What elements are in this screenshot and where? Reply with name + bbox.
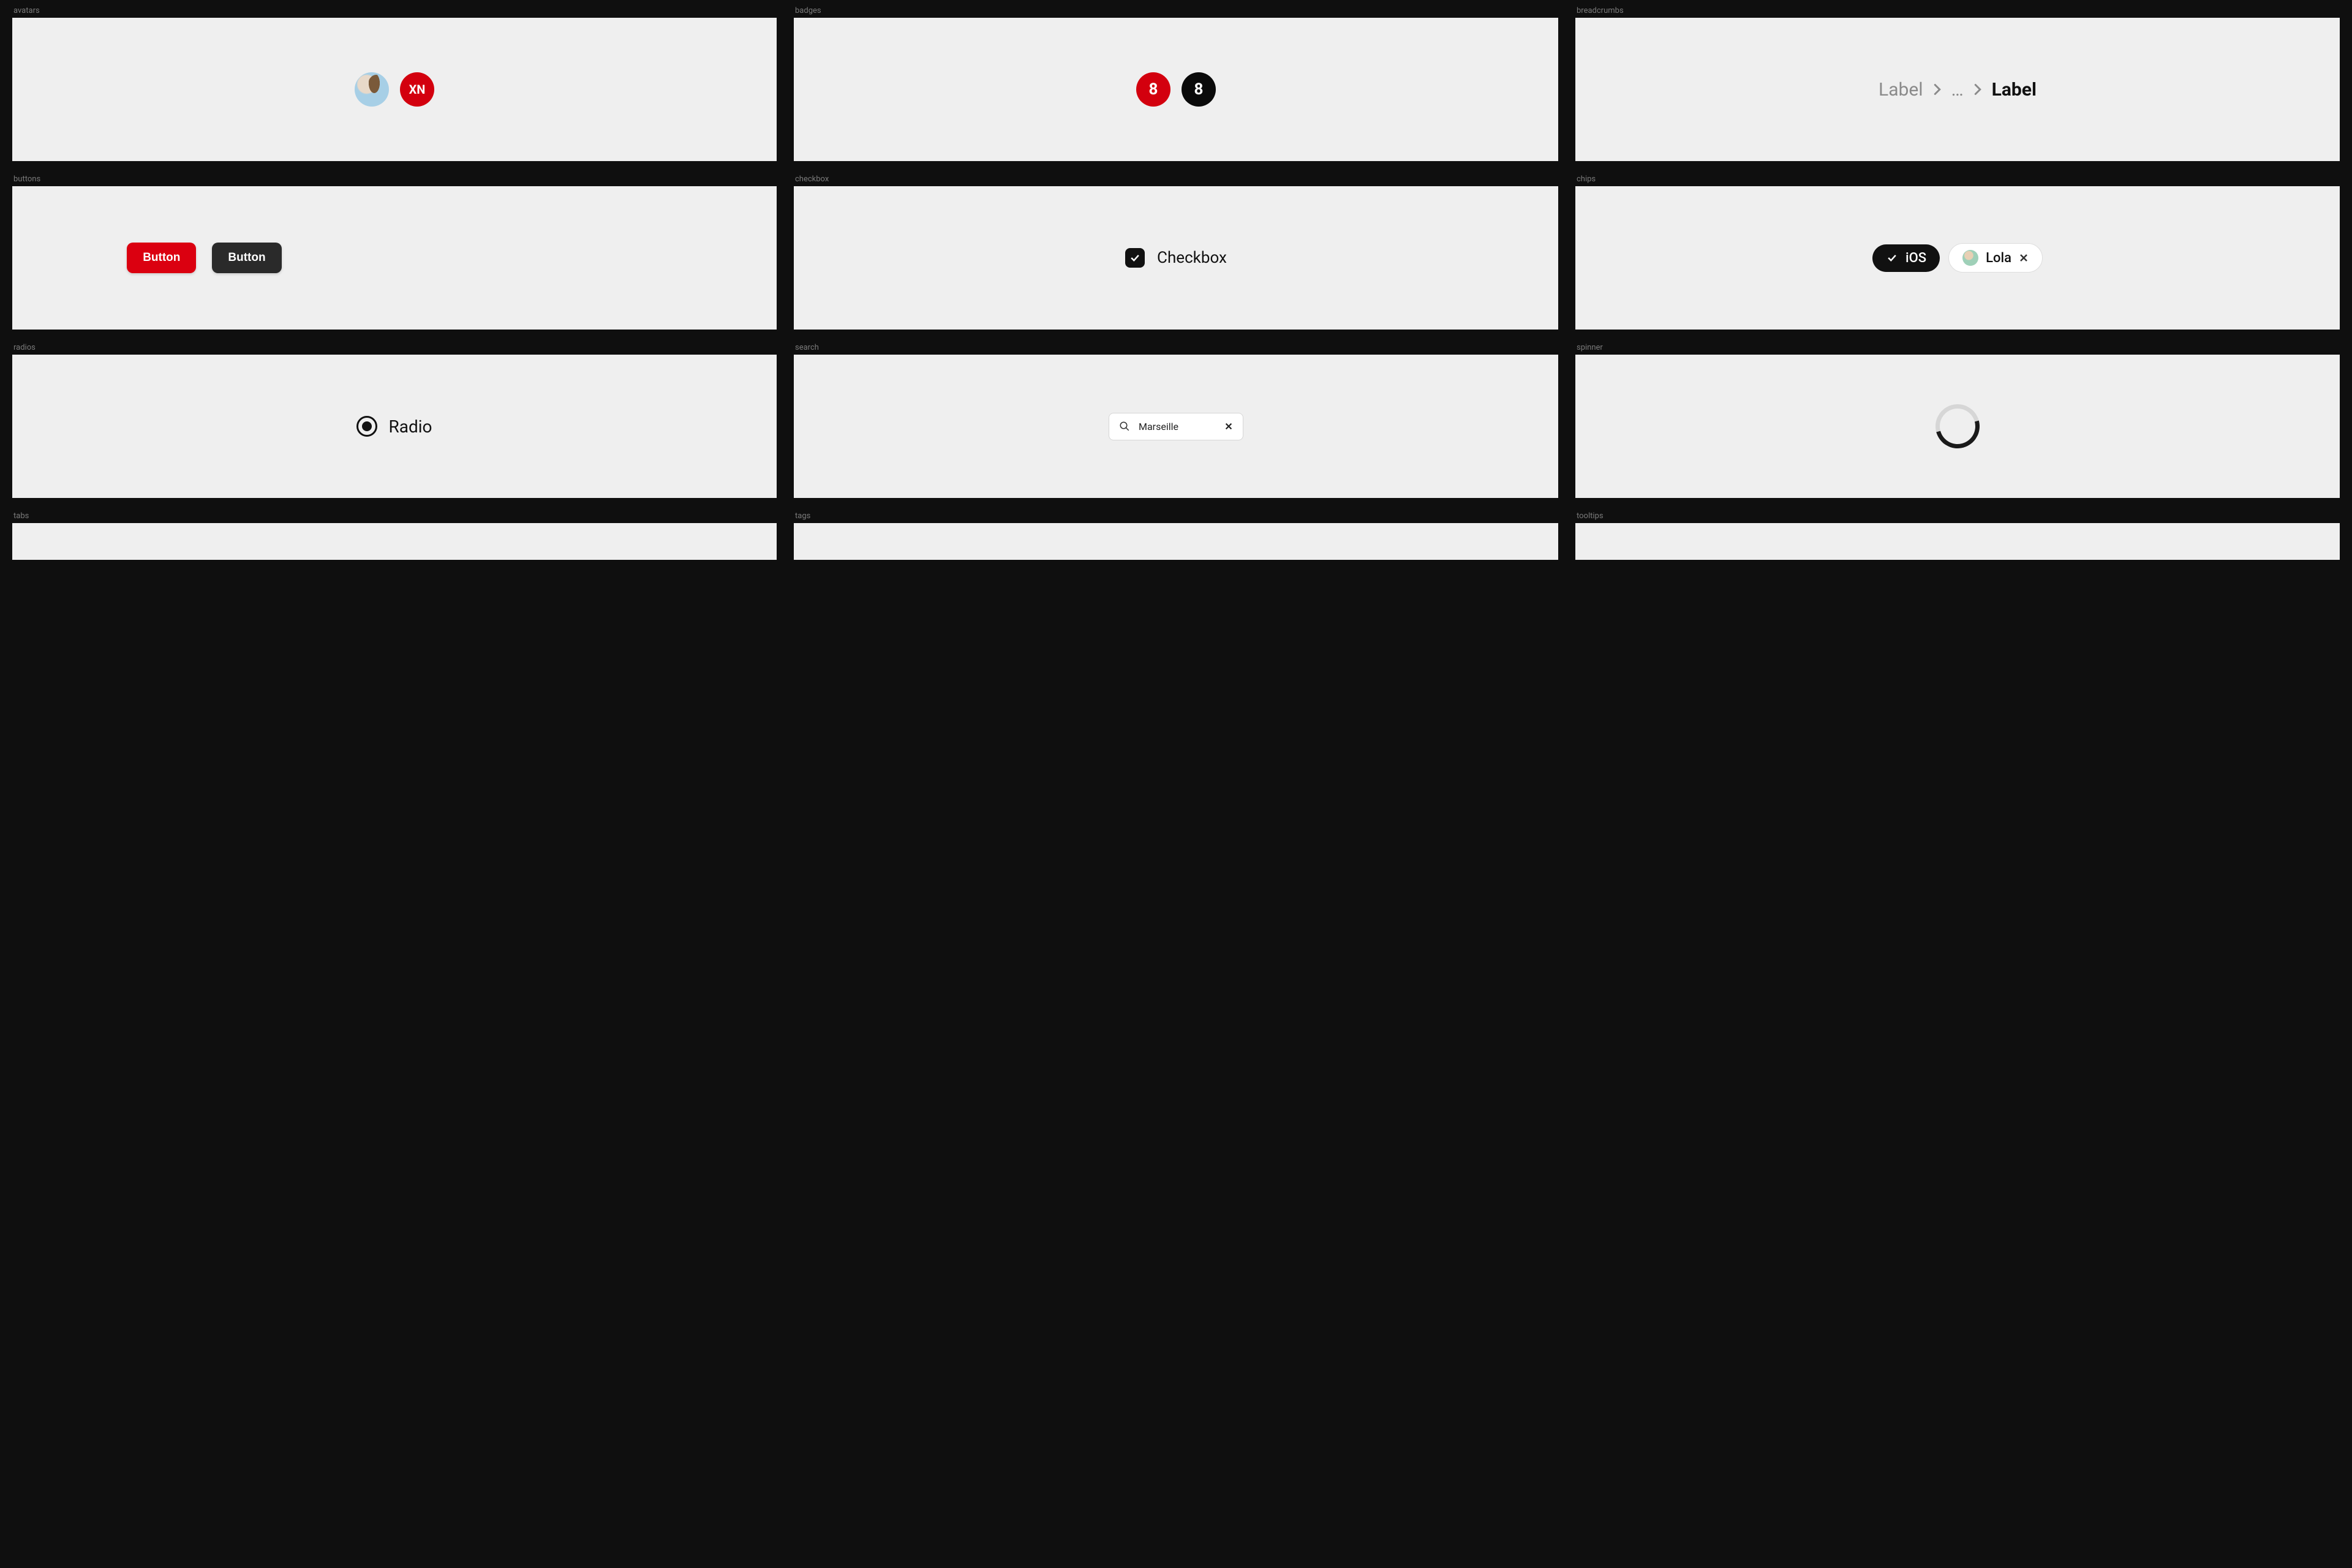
panel-tooltips [1575,523,2340,560]
cell-breadcrumbs: breadcrumbs Label … Label [1575,6,2340,161]
radio-dot-icon [362,421,372,431]
avatar-initials-text: XN [409,82,426,97]
badge-black-value: 8 [1194,80,1204,99]
checkbox-label: Checkbox [1157,249,1227,267]
chip-removable-label: Lola [1986,251,2011,266]
checkbox-input[interactable] [1125,248,1145,268]
badge-red: 8 [1136,72,1170,107]
section-title-tooltips: tooltips [1575,511,2340,521]
avatar-image[interactable] [355,72,389,107]
cell-tabs: tabs [12,511,777,560]
check-icon [1886,252,1898,264]
chevron-right-icon [1973,79,1982,100]
chip-removable[interactable]: Lola [1948,243,2043,273]
cell-search: search Marseille [794,343,1558,498]
search-icon [1119,421,1130,432]
panel-tabs [12,523,777,560]
section-title-chips: chips [1575,175,2340,184]
breadcrumb-ellipsis[interactable]: … [1951,79,1964,100]
breadcrumb-item-current: Label [1992,79,2037,100]
panel-tags [794,523,1558,560]
panel-breadcrumbs: Label … Label [1575,18,2340,161]
badge-black: 8 [1182,72,1216,107]
section-title-checkbox: checkbox [794,175,1558,184]
cell-chips: chips iOS Lola [1575,175,2340,330]
panel-badges: 8 8 [794,18,1558,161]
panel-search: Marseille [794,355,1558,498]
radio-input[interactable] [356,416,377,437]
panel-buttons: Button Button [12,186,777,330]
cell-radios: radios Radio [12,343,777,498]
chevron-right-icon [1933,79,1942,100]
primary-button[interactable]: Button [127,243,196,273]
search-input[interactable]: Marseille [1109,413,1243,440]
breadcrumb: Label … Label [1879,79,2037,100]
cell-tags: tags [794,511,1558,560]
section-title-avatars: avatars [12,6,777,15]
close-icon[interactable] [2019,253,2029,263]
cell-spinner: spinner [1575,343,2340,498]
cell-badges: badges 8 8 [794,6,1558,161]
primary-button-label: Button [143,251,180,264]
section-title-radios: radios [12,343,777,352]
component-gallery-grid: avatars XN badges 8 8 breadcrum [12,6,2340,560]
cell-checkbox: checkbox Checkbox [794,175,1558,330]
chip-selected[interactable]: iOS [1872,244,1940,272]
badge-red-value: 8 [1149,80,1158,99]
section-title-spinner: spinner [1575,343,2340,352]
panel-radios: Radio [12,355,777,498]
panel-checkbox: Checkbox [794,186,1558,330]
section-title-search: search [794,343,1558,352]
search-value: Marseille [1139,421,1216,432]
secondary-button[interactable]: Button [212,243,281,273]
section-title-buttons: buttons [12,175,777,184]
panel-avatars: XN [12,18,777,161]
panel-chips: iOS Lola [1575,186,2340,330]
section-title-tags: tags [794,511,1558,521]
close-icon[interactable] [1224,422,1233,431]
section-title-tabs: tabs [12,511,777,521]
breadcrumb-item-first[interactable]: Label [1879,79,1923,100]
panel-spinner [1575,355,2340,498]
secondary-button-label: Button [228,251,265,264]
section-title-breadcrumbs: breadcrumbs [1575,6,2340,15]
cell-avatars: avatars XN [12,6,777,161]
cell-tooltips: tooltips [1575,511,2340,560]
chip-avatar [1962,250,1978,266]
chip-selected-label: iOS [1905,251,1926,266]
check-icon [1129,252,1141,264]
spinner-icon [1928,396,1988,456]
radio-label: Radio [388,417,432,437]
avatar-initials[interactable]: XN [400,72,434,107]
section-title-badges: badges [794,6,1558,15]
cell-buttons: buttons Button Button [12,175,777,330]
